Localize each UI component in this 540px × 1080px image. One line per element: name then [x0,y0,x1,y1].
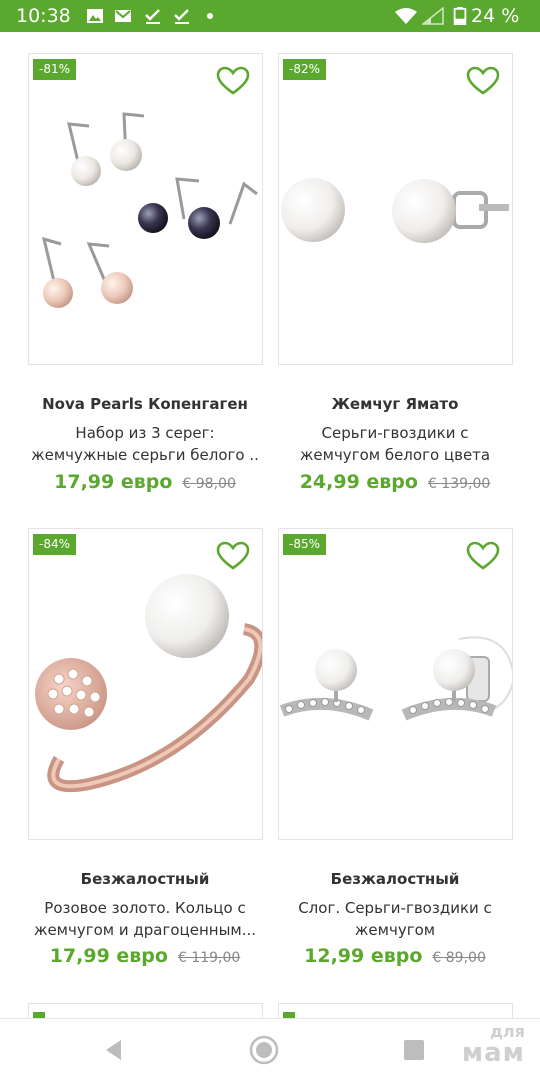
check-icon [174,9,189,24]
price-row: 12,99 евро € 89,00 [270,945,520,967]
discount-badge: -84% [33,534,77,555]
product-price: 17,99 евро [54,471,173,493]
product-brand: Безжалостный [80,870,210,888]
dot-icon [207,13,213,19]
discount-badge: -81% [33,59,77,80]
price-row: 17,99 евро € 98,00 [20,471,270,493]
product-desc-line: жемчугом белого цвета [299,446,491,464]
product-desc-line: жемчужные серьги белого .. [31,446,259,464]
product-price: 12,99 евро [304,945,423,967]
heart-icon[interactable] [466,541,500,571]
battery-icon [453,7,467,25]
check-icon [145,9,160,24]
product-price: 24,99 евро [299,471,418,493]
product-desc-line: Серьги-гвоздики с [321,424,469,442]
product-image [279,636,512,721]
status-time: 10:38 [16,5,71,27]
discount-badge: -82% [283,59,327,80]
product-price: 17,99 евро [49,945,168,967]
product-card[interactable]: -82% [278,53,513,365]
watermark-logo: для мам [452,1024,525,1068]
price-row: 17,99 евро € 119,00 [20,945,270,967]
status-bar: 10:38 24 % [0,0,540,32]
product-brand: Nova Pearls Копенгаген [42,395,248,413]
product-card[interactable]: -84% [28,528,263,840]
price-row: 24,99 евро € 139,00 [270,471,520,493]
back-icon[interactable] [97,1033,131,1067]
battery-percent: 24 % [471,5,520,27]
product-old-price: € 119,00 [177,950,241,966]
product-card[interactable]: -85% [278,528,513,840]
product-brand: Жемчуг Ямато [331,395,459,413]
product-desc-line: жемчугом и драгоценным... [33,921,257,939]
product-desc-line: Слог. Серьги-гвоздики с [298,899,492,917]
product-image [35,574,262,793]
recents-icon[interactable] [397,1033,431,1067]
product-brand: Безжалостный [330,870,460,888]
mail-icon [115,10,131,22]
product-desc-line: жемчугом [354,921,436,939]
wifi-icon [395,8,417,24]
product-desc-line: Розовое золото. Кольцо с [44,899,246,917]
product-image [41,112,258,308]
discount-badge: -85% [283,534,327,555]
heart-icon[interactable] [466,66,500,96]
product-image [281,178,509,243]
product-card[interactable]: -81% [28,53,263,365]
watermark-bottom: мам [461,1038,525,1068]
image-icon [87,9,103,23]
heart-icon[interactable] [216,66,250,96]
signal-icon [422,7,444,25]
heart-icon[interactable] [216,541,250,571]
product-old-price: € 139,00 [427,476,491,492]
product-old-price: € 98,00 [182,476,236,492]
product-old-price: € 89,00 [432,950,486,966]
home-icon[interactable] [247,1033,281,1067]
product-desc-line: Набор из 3 серег: [75,424,215,442]
